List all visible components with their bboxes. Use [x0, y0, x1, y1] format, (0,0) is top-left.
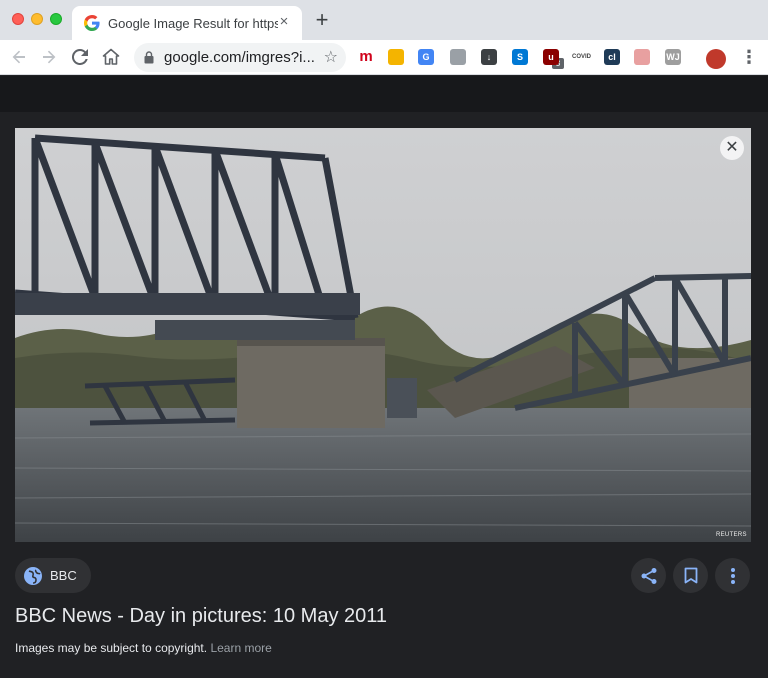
covid-extension-icon[interactable]: COVID — [572, 49, 591, 65]
more-vert-icon — [730, 567, 735, 584]
browser-toolbar: google.com/imgres?i... ☆ ⋮ — [0, 40, 768, 75]
tab-strip: Google Image Result for https:/ × + — [0, 0, 768, 40]
copyright-text: Images may be subject to copyright. — [15, 641, 208, 655]
cl-extension-icon[interactable]: cl — [604, 49, 620, 65]
save-button[interactable] — [673, 558, 708, 593]
source-chip[interactable]: BBC — [15, 558, 91, 593]
share-button[interactable] — [631, 558, 666, 593]
back-arrow-icon[interactable] — [8, 46, 30, 68]
download-extension-icon[interactable]: ↓ — [481, 49, 497, 65]
reload-icon[interactable] — [69, 46, 91, 68]
close-preview-icon[interactable]: ✕ — [720, 136, 744, 160]
url-text: google.com/imgres?i... — [164, 49, 315, 66]
globe-icon — [24, 566, 42, 585]
tab-title: Google Image Result for https:/ — [108, 16, 278, 31]
skype-extension-icon[interactable]: S — [512, 49, 528, 65]
profile-avatar-icon[interactable] — [706, 49, 726, 69]
bookmark-star-icon[interactable]: ☆ — [324, 47, 338, 67]
new-tab-button[interactable]: + — [312, 9, 332, 31]
image-title[interactable]: BBC News - Day in pictures: 10 May 2011 — [15, 605, 387, 628]
forward-arrow-icon[interactable] — [38, 46, 60, 68]
google-translate-extension-icon[interactable]: G — [418, 49, 434, 65]
bookmark-icon — [684, 567, 697, 584]
browser-menu-icon[interactable]: ⋮ — [738, 46, 760, 68]
share-icon — [641, 567, 656, 584]
window-maximize-button[interactable] — [50, 13, 62, 25]
window-minimize-button[interactable] — [31, 13, 43, 25]
more-options-button[interactable] — [715, 558, 750, 593]
ublock-extension-icon[interactable]: u — [543, 49, 559, 65]
photo-credit: REUTERS — [716, 532, 747, 538]
image-viewer-header — [0, 76, 768, 112]
address-bar[interactable]: google.com/imgres?i... ☆ — [134, 43, 346, 72]
bookmark-color-extension-icon[interactable] — [388, 49, 404, 65]
browser-tab[interactable]: Google Image Result for https:/ × — [72, 6, 302, 40]
source-name: BBC — [50, 568, 77, 583]
lock-icon — [144, 51, 154, 64]
window-close-button[interactable] — [12, 13, 24, 25]
google-favicon-icon — [84, 15, 100, 31]
preview-image[interactable] — [15, 128, 751, 542]
triangle-extension-icon[interactable] — [450, 49, 466, 65]
wheel-extension-icon[interactable] — [634, 49, 650, 65]
wj-extension-icon[interactable]: WJ — [665, 49, 681, 65]
mendeley-extension-icon[interactable]: m — [358, 49, 374, 65]
tab-close-icon[interactable]: × — [276, 14, 292, 30]
copyright-notice: Images may be subject to copyright. Lear… — [15, 641, 272, 655]
learn-more-link[interactable]: Learn more — [210, 641, 271, 655]
home-icon[interactable] — [100, 46, 122, 68]
